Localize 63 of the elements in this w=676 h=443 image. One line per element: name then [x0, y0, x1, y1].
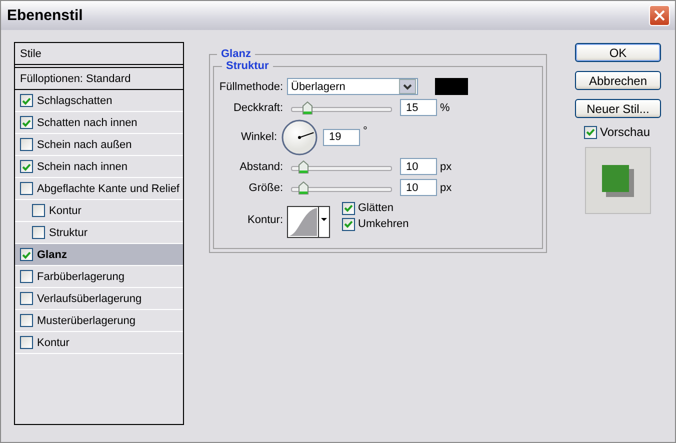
- style-item[interactable]: Glanz: [15, 244, 183, 266]
- dialog-button[interactable]: OK: [575, 43, 661, 62]
- checkbox[interactable]: [20, 292, 33, 305]
- unit-label: °: [363, 125, 368, 137]
- style-item[interactable]: Kontur: [15, 200, 183, 222]
- field-label: Deckkraft:: [232, 102, 284, 114]
- option-label: Glätten: [358, 202, 394, 214]
- slider-thumb[interactable]: [302, 100, 313, 114]
- field-label: Winkel:: [240, 131, 278, 143]
- checkbox[interactable]: [32, 204, 45, 217]
- preview-swatch-drawing: [602, 164, 634, 196]
- contour-picker[interactable]: [287, 206, 330, 238]
- style-item[interactable]: Abgeflachte Kante und Relief: [15, 178, 183, 200]
- value-field[interactable]: 15: [400, 99, 437, 116]
- checkbox[interactable]: [20, 336, 33, 349]
- checkbox[interactable]: [20, 160, 33, 173]
- field-label: Abstand:: [238, 160, 284, 172]
- group-title: Struktur: [225, 60, 270, 72]
- dialog-button[interactable]: Abbrechen: [575, 71, 661, 90]
- close-icon[interactable]: [649, 5, 670, 26]
- style-item[interactable]: Musterüberlagerung: [15, 310, 183, 332]
- slider-track[interactable]: [291, 160, 392, 174]
- checkbox[interactable]: [342, 202, 355, 214]
- color-swatch[interactable]: [435, 78, 468, 95]
- style-item[interactable]: Farbüberlagerung: [15, 266, 183, 288]
- slider-track[interactable]: [291, 100, 392, 114]
- value-field[interactable]: 19: [323, 128, 360, 146]
- unit-label: px: [440, 160, 452, 172]
- field-label: Füllmethode:: [218, 80, 284, 92]
- style-item[interactable]: Fülloptionen: Standard: [15, 68, 183, 90]
- dialog-button[interactable]: Neuer Stil...: [575, 99, 661, 118]
- style-item[interactable]: Schein nach außen: [15, 134, 183, 156]
- preview-label: Vorschau: [600, 125, 650, 139]
- value-field[interactable]: 10: [400, 158, 437, 175]
- slider-track[interactable]: [291, 180, 392, 194]
- option-label: Umkehren: [358, 218, 409, 230]
- slider-thumb[interactable]: [298, 160, 310, 174]
- checkbox[interactable]: [20, 314, 33, 327]
- checkbox[interactable]: [584, 126, 597, 138]
- style-item[interactable]: Kontur: [15, 332, 183, 354]
- value-field[interactable]: 10: [400, 179, 437, 196]
- style-item[interactable]: Schlagschatten: [15, 90, 183, 112]
- section-title: Glanz: [220, 48, 252, 60]
- field-label: Größe:: [248, 182, 284, 194]
- angle-dial[interactable]: [281, 118, 318, 156]
- checkbox[interactable]: [20, 248, 33, 261]
- style-item[interactable]: Schatten nach innen: [15, 112, 183, 134]
- checkbox[interactable]: [20, 138, 33, 151]
- window-title: Ebenenstil: [7, 7, 83, 24]
- checkbox[interactable]: [20, 182, 33, 195]
- style-item[interactable]: Schein nach innen: [15, 156, 183, 178]
- slider-thumb[interactable]: [298, 180, 310, 194]
- blend-mode-dropdown[interactable]: Überlagern: [287, 78, 418, 95]
- unit-label: %: [440, 102, 450, 114]
- unit-label: px: [440, 182, 452, 194]
- checkbox[interactable]: [342, 218, 355, 230]
- checkbox[interactable]: [20, 94, 33, 107]
- style-item[interactable]: Verlaufsüberlagerung: [15, 288, 183, 310]
- checkbox[interactable]: [20, 116, 33, 129]
- checkbox[interactable]: [32, 226, 45, 239]
- list-header: Stile: [15, 43, 183, 65]
- checkbox[interactable]: [20, 270, 33, 283]
- field-label: Kontur:: [246, 214, 284, 226]
